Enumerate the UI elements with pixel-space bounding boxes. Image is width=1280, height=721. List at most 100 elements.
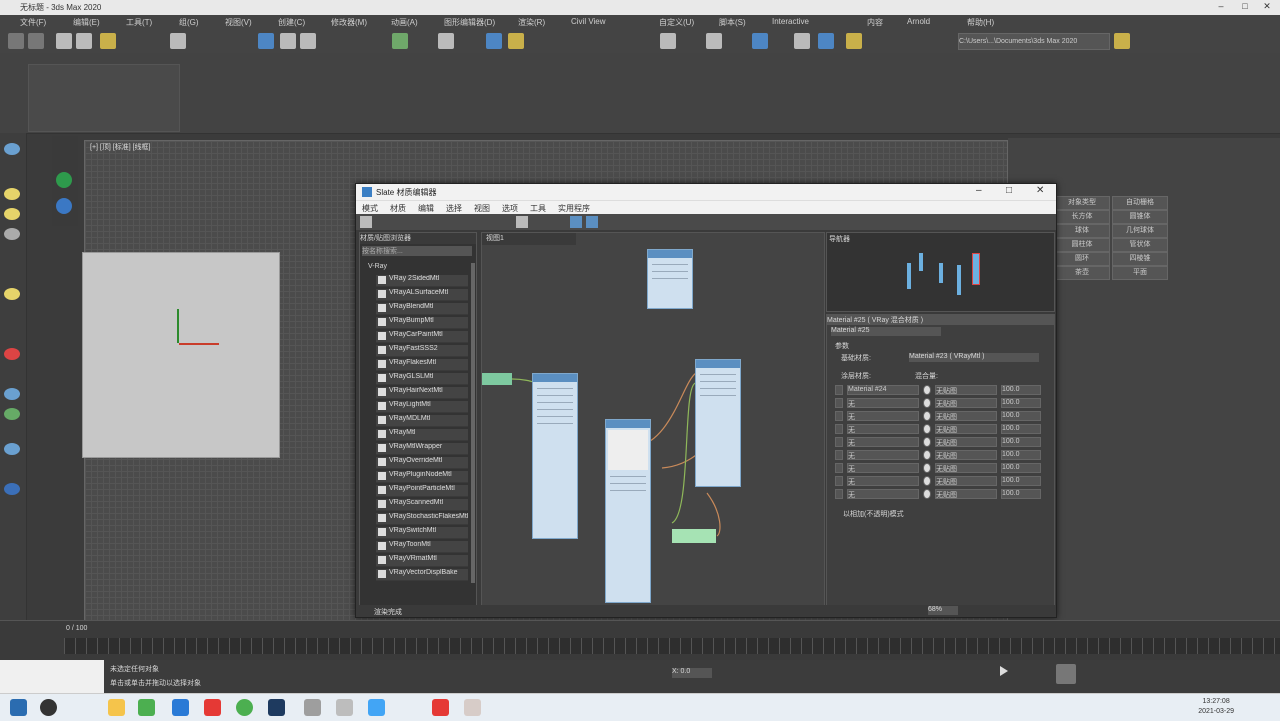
pick-icon[interactable]	[360, 216, 372, 228]
slate-menu-item-2[interactable]: 编辑	[418, 203, 434, 214]
node-view[interactable]: 视图1	[481, 232, 825, 606]
browser-item[interactable]: VRayFlakesMtl	[376, 359, 468, 371]
browser-item[interactable]: VRayVectorDisplBake	[376, 569, 468, 581]
display-icon[interactable]	[4, 443, 20, 455]
radio-icon[interactable]	[923, 424, 931, 434]
create-object-button[interactable]: 平面	[1112, 266, 1168, 280]
slate-menu-item-5[interactable]: 选项	[502, 203, 518, 214]
slate-menu-item-6[interactable]: 工具	[530, 203, 546, 214]
radio-icon[interactable]	[923, 385, 931, 395]
blend-amount-spinner[interactable]: 100.0	[1001, 424, 1041, 434]
app-beige-icon[interactable]	[464, 699, 481, 716]
slate-close-button[interactable]: ✕	[1036, 185, 1044, 196]
create-object-button[interactable]: 圆柱体	[1054, 238, 1110, 252]
link-icon[interactable]	[56, 33, 72, 49]
search-icon[interactable]	[40, 699, 57, 716]
light-icon[interactable]	[4, 208, 20, 220]
browser-item[interactable]: VRayBumpMtl	[376, 317, 468, 329]
menu-item-8[interactable]: 图形编辑器(D)	[444, 17, 495, 28]
material-node-blend[interactable]	[695, 359, 741, 487]
angle-snap-icon[interactable]	[438, 33, 454, 49]
browser-search-input[interactable]: 按名称搜索...	[362, 246, 472, 256]
material-node-bitmap[interactable]	[605, 419, 651, 603]
coat-material-button[interactable]: 无	[847, 398, 919, 408]
layout-icon[interactable]	[570, 216, 582, 228]
params-rollout-header[interactable]: 参数	[835, 341, 849, 351]
slate-minimize-button[interactable]: –	[976, 185, 982, 196]
align-icon[interactable]	[508, 33, 524, 49]
blend-amount-spinner[interactable]: 100.0	[1001, 463, 1041, 473]
show-map-icon[interactable]	[516, 216, 528, 228]
app-lightgray-icon[interactable]	[336, 699, 353, 716]
snap-icon[interactable]	[392, 33, 408, 49]
blend-amount-spinner[interactable]: 100.0	[1001, 411, 1041, 421]
hierarchy-icon[interactable]	[4, 388, 20, 400]
blend-amount-spinner[interactable]: 100.0	[1001, 476, 1041, 486]
render-icon[interactable]	[846, 33, 862, 49]
menu-item-1[interactable]: 编辑(E)	[73, 17, 100, 28]
create-object-button[interactable]: 圆环	[1054, 252, 1110, 266]
browser-item[interactable]: VRayMtl	[376, 429, 468, 441]
blend-map-button[interactable]: 无贴图	[935, 489, 997, 499]
nav-viewport-rect[interactable]	[972, 253, 980, 285]
photoshop-icon[interactable]	[268, 699, 285, 716]
browser-item[interactable]: VRayGLSLMtl	[376, 373, 468, 385]
create-object-button[interactable]: 自动栅格	[1112, 196, 1168, 210]
menu-item-15[interactable]: Arnold	[907, 17, 930, 26]
radio-icon[interactable]	[923, 489, 931, 499]
menu-item-13[interactable]: Interactive	[772, 17, 809, 26]
coat-enable-checkbox[interactable]	[835, 489, 843, 499]
coat-material-button[interactable]: 无	[847, 424, 919, 434]
browser-item[interactable]: VRayPointParticleMtl	[376, 485, 468, 497]
folder-icon[interactable]	[1114, 33, 1130, 49]
coat-enable-checkbox[interactable]	[835, 424, 843, 434]
radio-icon[interactable]	[923, 463, 931, 473]
output-node[interactable]	[482, 373, 512, 385]
menu-item-6[interactable]: 修改器(M)	[331, 17, 367, 28]
menu-item-3[interactable]: 组(G)	[179, 17, 199, 28]
slate-menu-item-1[interactable]: 材质	[390, 203, 406, 214]
blend-amount-spinner[interactable]: 100.0	[1001, 489, 1041, 499]
edge-icon[interactable]	[172, 699, 189, 716]
radio-icon[interactable]	[923, 450, 931, 460]
coat-material-button[interactable]: 无	[847, 450, 919, 460]
slate-menu-item-0[interactable]: 模式	[362, 203, 378, 214]
create-object-button[interactable]: 几何球体	[1112, 224, 1168, 238]
maximize-button[interactable]: □	[1234, 1, 1256, 14]
browser-scrollbar[interactable]	[471, 263, 475, 583]
utilities-icon[interactable]	[4, 483, 20, 495]
coat-material-button[interactable]: 无	[847, 489, 919, 499]
blend-amount-spinner[interactable]: 100.0	[1001, 398, 1041, 408]
browser-item[interactable]: VRayPluginNodeMtl	[376, 471, 468, 483]
browser-item[interactable]: VRayMDLMtl	[376, 415, 468, 427]
slate-menu-item-4[interactable]: 视图	[474, 203, 490, 214]
app-red2-icon[interactable]	[432, 699, 449, 716]
blend-map-button[interactable]: 无贴图	[935, 476, 997, 486]
blend-map-button[interactable]: 无贴图	[935, 398, 997, 408]
minimize-button[interactable]: –	[1210, 1, 1232, 14]
create-object-button[interactable]: 茶壶	[1054, 266, 1110, 280]
coat-material-button[interactable]: 无	[847, 411, 919, 421]
create-object-button[interactable]: 对象类型	[1054, 196, 1110, 210]
menu-item-2[interactable]: 工具(T)	[126, 17, 152, 28]
create-object-button[interactable]: 球体	[1054, 224, 1110, 238]
menu-item-5[interactable]: 创建(C)	[278, 17, 305, 28]
browser-item[interactable]: VRayMtlWrapper	[376, 443, 468, 455]
windows-start-icon[interactable]	[10, 699, 27, 716]
coat-enable-checkbox[interactable]	[835, 385, 843, 395]
blend-map-button[interactable]: 无贴图	[935, 450, 997, 460]
track-bar[interactable]	[64, 638, 1280, 654]
create-icon[interactable]	[4, 143, 20, 155]
browser-item[interactable]: VRayFastSSS2	[376, 345, 468, 357]
slate-menu-item-7[interactable]: 实用程序	[558, 203, 590, 214]
browser-item[interactable]: VRayCarPaintMtl	[376, 331, 468, 343]
browser-item[interactable]: VRayALSurfaceMtl	[376, 289, 468, 301]
menu-item-7[interactable]: 动画(A)	[391, 17, 418, 28]
rotate-icon[interactable]	[280, 33, 296, 49]
undo-icon[interactable]	[8, 33, 24, 49]
blend-amount-spinner[interactable]: 100.0	[1001, 450, 1041, 460]
curve-editor-icon[interactable]	[706, 33, 722, 49]
create-object-button[interactable]: 圆锥体	[1112, 210, 1168, 224]
shape-icon[interactable]	[4, 188, 20, 200]
slate-maximize-button[interactable]: □	[1006, 185, 1012, 196]
